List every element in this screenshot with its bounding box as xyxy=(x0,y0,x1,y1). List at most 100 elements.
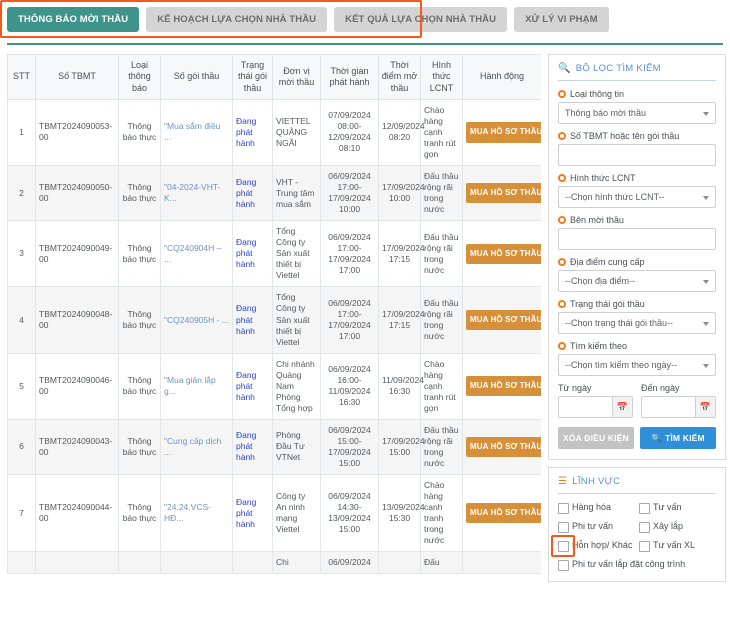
table-row: 4 TBMT2024090048-00 Thông báo thực "CQ24090… xyxy=(7,286,541,354)
cell-hinh-thuc-lcnt: Đấu thầu rộng rãi trong nước xyxy=(420,164,463,222)
date-from-input[interactable] xyxy=(559,397,612,417)
cell-trang-thai-link[interactable]: Đang phát hành xyxy=(236,177,256,209)
cell-so-goi-thau-link[interactable]: "CQ240905H - ... xyxy=(164,315,229,325)
table-row: 5 TBMT2024090046-00 Thông báo thực "Mua giả… xyxy=(7,352,541,420)
cell-so-goi-thau-link[interactable]: "Mua sắm điều ... xyxy=(164,121,220,142)
cell-so-goi-thau-link[interactable]: "Cung cấp dịch ... xyxy=(164,436,221,457)
tab-ke-hoach-lua-chon-nha-thau[interactable]: KẾ HOẠCH LỰA CHỌN NHÀ THẦU xyxy=(146,7,328,32)
tab-ket-qua-lua-chon-nha-thau[interactable]: KẾT QUẢ LỰA CHỌN NHÀ THẦU xyxy=(334,7,508,32)
cell-trang-thai-link[interactable]: Đang phát hành xyxy=(236,303,256,335)
cell-thoi-gian-phat-hanh: 06/09/2024 17:00-17/09/2024 17:00 xyxy=(320,220,379,288)
cell-so-goi-thau-link[interactable]: "24.24.VCS-HĐ... xyxy=(164,502,211,523)
select-hinh-thuc-lcnt[interactable]: --Chọn hình thức LCNT-- xyxy=(558,186,716,208)
buy-bid-document-button[interactable]: MUA HỒ SƠ THẦU xyxy=(466,243,541,264)
cell-so-goi-thau-link[interactable]: "CQ240904H – ... xyxy=(164,243,221,264)
buy-bid-document-button[interactable]: MUA HỒ SƠ THẦU xyxy=(466,436,541,458)
sector-checkbox-hon-hop-khac[interactable]: Hỗn hợp/ Khác xyxy=(558,540,635,552)
search-button-label: TÌM KIẾM xyxy=(664,433,705,443)
field-value: --Chọn tìm kiếm theo ngày-- xyxy=(565,360,678,370)
date-from-input-wrap[interactable]: 📅 xyxy=(558,396,633,418)
cell-trang-thai-link[interactable]: Đang phát hành xyxy=(236,430,256,462)
bullet-icon xyxy=(558,216,566,224)
cell-hinh-thuc-lcnt: Đấu thầu rộng rãi trong nước xyxy=(420,418,463,476)
cell-so-goi-thau xyxy=(160,551,233,575)
cell-trang-thai: Đang phát hành xyxy=(232,220,273,288)
checkbox-icon[interactable] xyxy=(639,503,650,514)
buy-bid-document-button[interactable]: MUA HỒ SƠ THẦU xyxy=(466,122,541,143)
clear-conditions-button[interactable]: XÓA ĐIỀU KIỆN xyxy=(558,427,634,449)
filter-label-wrap: Trạng thái gói thầu xyxy=(558,299,716,309)
clear-conditions-label: XÓA ĐIỀU KIỆN xyxy=(562,433,630,443)
cell-hanh-dong: MUA HỒ SƠ THẦU xyxy=(462,474,541,553)
input-ben-moi-thau[interactable] xyxy=(558,228,716,250)
sector-label: Hỗn hợp/ Khác xyxy=(572,540,633,550)
search-button[interactable]: 🔍 TÌM KIẾM xyxy=(640,427,716,449)
chevron-down-icon xyxy=(703,364,709,368)
calendar-icon[interactable]: 📅 xyxy=(695,397,715,417)
date-to-input[interactable] xyxy=(642,397,695,417)
field-value: --Chọn trạng thái gói thầu-- xyxy=(565,318,674,328)
sector-checkbox-hang-hoa[interactable]: Hàng hóa xyxy=(558,502,635,514)
select-tim-kiem-theo[interactable]: --Chọn tìm kiếm theo ngày-- xyxy=(558,354,716,376)
sector-checkbox-grid: Hàng hóa Tư vấn Phi tư vấn Xây lắp Hỗn hợp/ … xyxy=(558,502,716,571)
sector-label: Tư vấn xyxy=(653,502,682,512)
col-loai-thong-bao: Loại thông báo xyxy=(118,54,161,100)
cell-don-vi: Công ty An ninh mạng Viettel xyxy=(272,474,321,553)
cell-trang-thai-link[interactable]: Đang phát hành xyxy=(236,237,256,269)
tab-label: THÔNG BÁO MỜI THẦU xyxy=(18,14,129,25)
sector-label: Hàng hóa xyxy=(572,502,612,512)
date-to-group: Đến ngày 📅 xyxy=(641,383,716,418)
list-icon: ☰ xyxy=(558,475,568,487)
checkbox-icon[interactable] xyxy=(639,522,650,533)
search-filter-title: BỘ LỌC TÌM KIẾM xyxy=(575,63,661,74)
checkbox-icon[interactable] xyxy=(558,503,569,514)
cell-so-tbmt: TBMT2024090048-00 xyxy=(35,286,119,354)
select-dia-diem-cung-cap[interactable]: --Chọn địa điểm-- xyxy=(558,270,716,292)
sector-checkbox-xay-lap[interactable]: Xây lắp xyxy=(639,521,716,533)
checkbox-icon[interactable] xyxy=(558,560,569,571)
table-header: STT Số TBMT Loại thông báo Số gói thầu T… xyxy=(7,54,541,100)
buy-bid-document-button[interactable]: MUA HỒ SƠ THẦU xyxy=(466,309,541,331)
cell-thoi-gian-phat-hanh: 06/09/2024 17:00-17/09/2024 17:00 xyxy=(320,286,379,354)
cell-so-goi-thau-link[interactable]: "04-2024-VHT-K... xyxy=(164,182,220,203)
cell-thoi-diem-mo-thau: 17/09/2024 10:00 xyxy=(378,164,425,222)
cell-trang-thai xyxy=(232,551,273,575)
sector-checkbox-tu-van-xl[interactable]: Tư vấn XL xyxy=(639,540,716,552)
filter-group-loai-thong-tin: Loại thông tin Thông báo mời thầu xyxy=(558,89,716,124)
sector-checkbox-phi-tu-van-lap-dat-cong-trinh[interactable]: Phi tư vấn lắp đặt công trình xyxy=(558,559,716,571)
date-to-input-wrap[interactable]: 📅 xyxy=(641,396,716,418)
field-value: Thông báo mời thầu xyxy=(565,108,646,118)
cell-thoi-diem-mo-thau: 17/09/2024 17:15 xyxy=(378,286,425,354)
filter-group-dia-diem-cung-cap: Địa điểm cung cấp --Chọn địa điểm-- xyxy=(558,257,716,292)
cell-trang-thai-link[interactable]: Đang phát hành xyxy=(236,497,256,529)
cell-so-goi-thau-link[interactable]: "Mua giản lắp g... xyxy=(164,375,216,396)
cell-stt: 2 xyxy=(7,164,36,222)
tab-xu-ly-vi-pham[interactable]: XỬ LÝ VI PHẠM xyxy=(514,7,609,32)
col-trang-thai-goi-thau: Trạng thái gói thầu xyxy=(232,54,273,100)
buy-bid-document-button[interactable]: MUA HỒ SƠ THẦU xyxy=(466,182,541,204)
sector-checkbox-tu-van[interactable]: Tư vấn xyxy=(639,502,716,514)
checkbox-icon[interactable] xyxy=(558,541,569,552)
col-thoi-gian-phat-hanh: Thời gian phát hành xyxy=(320,54,379,100)
tab-thong-bao-moi-thau[interactable]: THÔNG BÁO MỜI THẦU xyxy=(7,7,140,32)
cell-trang-thai: Đang phát hành xyxy=(232,98,273,166)
buy-bid-document-button[interactable]: MUA HỒ SƠ THẦU xyxy=(466,503,541,524)
checkbox-icon[interactable] xyxy=(639,541,650,552)
filter-label: Trạng thái gói thầu xyxy=(570,299,645,309)
cell-trang-thai-link[interactable]: Đang phát hành xyxy=(236,370,256,402)
tab-bar: THÔNG BÁO MỜI THẦU KẾ HOẠCH LỰA CHỌN NHÀ… xyxy=(0,0,730,42)
buy-bid-document-button[interactable]: MUA HỒ SƠ THẦU xyxy=(466,376,541,397)
cell-loai-thong-bao: Thông báo thực xyxy=(118,352,161,420)
filter-group-ben-moi-thau: Bên mời thầu xyxy=(558,215,716,250)
checkbox-icon[interactable] xyxy=(558,522,569,533)
cell-so-tbmt: TBMT2024090053-00 xyxy=(35,98,119,166)
filter-label: Hình thức LCNT xyxy=(570,173,636,183)
cell-stt: 4 xyxy=(7,286,36,354)
select-trang-thai-goi-thau[interactable]: --Chọn trạng thái gói thầu-- xyxy=(558,312,716,334)
sector-checkbox-phi-tu-van[interactable]: Phi tư vấn xyxy=(558,521,635,533)
calendar-icon[interactable]: 📅 xyxy=(612,397,632,417)
bullet-icon xyxy=(558,174,566,182)
cell-trang-thai-link[interactable]: Đang phát hành xyxy=(236,116,256,148)
select-loai-thong-tin[interactable]: Thông báo mời thầu xyxy=(558,102,716,124)
input-so-tbmt-hoac-ten-goi-thau[interactable] xyxy=(558,144,716,166)
